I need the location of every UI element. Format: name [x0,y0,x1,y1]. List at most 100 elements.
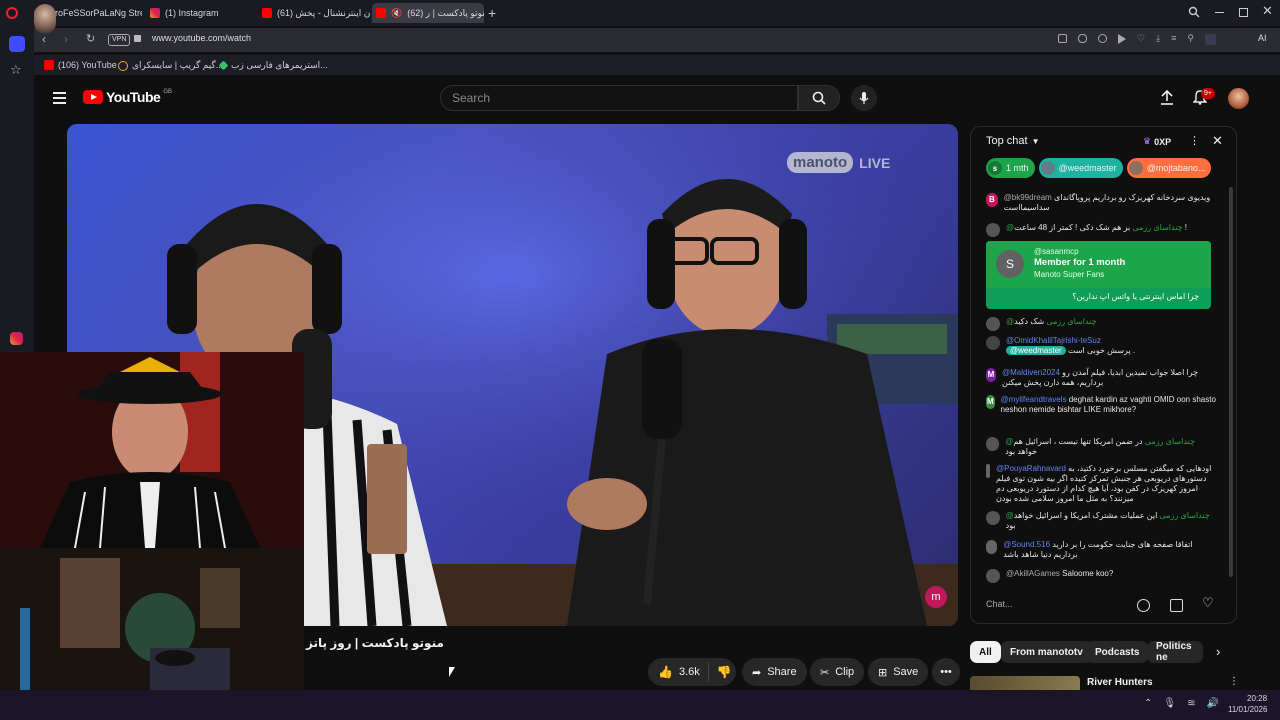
bookmark-streamers[interactable]: استریمرهای فارسی زب... [218,60,328,71]
taskbar-time[interactable]: 20:28 [1247,694,1267,703]
recommendation-title[interactable]: River Hunters [1087,677,1153,688]
tab-manoto-active[interactable]: 🔇 (62) منوتو پادکست | ر... [372,3,484,23]
youtube-logo[interactable]: YouTube GB [83,89,172,105]
chat-message: @Sound.516 اتفاقا صفحه های جنایت حکومت ر… [986,540,1216,560]
bookmark-gamegrip[interactable]: گیم گریپ | سایسکرای... [118,60,223,71]
close-chat-icon[interactable]: ✕ [1212,133,1223,149]
opera-menu-icon[interactable] [6,7,18,19]
user-avatar[interactable] [1228,88,1249,109]
filter-chip-manototv[interactable]: From manototv [1001,641,1092,663]
filter-chip-politics[interactable]: Politics ne [1147,641,1203,663]
search-button[interactable] [798,85,840,111]
points-value: 0XP [1154,136,1172,147]
maximize-button[interactable] [1239,8,1248,17]
emoji-icon[interactable] [1137,599,1150,612]
chat-avatar [986,569,1000,583]
ticker-label: @mojtabano... [1146,163,1206,173]
voice-search-button[interactable] [851,85,877,111]
search-icon [812,91,826,105]
chat-message: M @Maldiven2024 چرا اصلا جواب نمیدین ابد… [986,368,1216,388]
like-count: 3.6k [678,666,700,678]
star-icon[interactable]: ☆ [10,62,22,78]
chat-author[interactable]: @mylifeandtravels [1001,395,1067,404]
like-button[interactable]: 👍 3.6k [648,663,709,681]
recommendation-thumbnail[interactable] [970,676,1080,690]
search-tabs-icon[interactable] [1188,6,1200,18]
cursor-icon [449,667,455,677]
volume-icon[interactable]: 🔊 [1206,698,1218,709]
clip-button[interactable]: ✂ Clip [810,658,865,686]
address-toolbar-icons[interactable]: ♡ ⤓ ≡ ⚲ [1058,34,1216,45]
tab-label: (61) ایران اینترنشنال - پخش [277,7,370,18]
chat-mode-label: Top chat [986,135,1028,147]
chat-author[interactable]: @Sound.516 [1003,540,1050,549]
ticker-avatar [1040,161,1055,175]
member-author[interactable]: @sasanmcp [1034,247,1079,256]
mute-icon[interactable]: 🔇 [391,8,402,19]
minimize-button[interactable] [1215,12,1224,13]
url-field[interactable]: www.youtube.com/watch [152,33,251,43]
back-icon[interactable]: ‹ [42,32,46,46]
tray-icons[interactable]: ⌃ 🎙 ≋ 🔊 [1144,698,1219,709]
share-button[interactable]: ➦ Share [742,658,807,686]
filter-chip-podcasts[interactable]: Podcasts [1086,641,1149,663]
upload-icon[interactable] [1160,89,1174,105]
channel-watermark-icon[interactable]: m [925,586,947,608]
mic-tray-icon[interactable]: 🎙 [1163,698,1176,709]
ai-button[interactable]: AI [1258,33,1267,43]
chat-text: پرسش خوبی است . [1067,346,1136,355]
instagram-icon [150,8,160,18]
bookmark-youtube[interactable]: (106) YouTube [44,60,117,70]
instagram-sidebar-icon[interactable] [10,332,23,345]
menu-icon[interactable] [53,92,66,104]
heart-icon[interactable]: ♡ [1202,595,1214,611]
chat-input[interactable]: Chat... [986,593,1126,615]
share-label: Share [767,666,797,678]
dislike-button[interactable]: 👎 [709,665,740,679]
chat-author[interactable]: @PouyaRahnavard [996,464,1066,473]
like-dislike-group: 👍 3.6k 👎 [648,658,736,686]
search-input[interactable]: Search [440,85,798,111]
filter-chip-all[interactable]: All [970,641,1001,663]
chat-author[interactable]: @OmidKhalilTajrishi-teSuz [1006,336,1101,345]
wifi-icon[interactable]: ≋ [1187,698,1195,709]
member-avatar: S [996,250,1024,278]
new-tab-button[interactable]: + [488,5,496,21]
points-badge[interactable]: ♛ 0XP [1143,136,1171,147]
home-icon[interactable] [9,36,25,52]
tab-iran-international[interactable]: (61) ایران اینترنشنال - پخش [262,3,370,23]
chat-menu-icon[interactable]: ⋮ [1189,134,1200,147]
recommendation-menu-icon[interactable]: ⋮ [1229,676,1239,687]
browser-tab-bar: ProFeSSorPaLaNg Stream (1) Instagram (61… [0,0,1280,26]
scissors-icon: ✂ [820,666,830,679]
chat-author[interactable]: @bk99dream [1004,193,1052,202]
chat-avatar [986,511,1000,525]
ticker-weedmaster[interactable]: @weedmaster [1038,158,1123,178]
chat-message: B @bk99dream ویدیوی سردخانه کهریزک رو بر… [986,193,1216,213]
microphone-icon [859,92,869,104]
share-icon: ➦ [752,666,762,679]
chat-author[interactable]: @Maldiven2024 [1002,368,1060,377]
super-chat-icon[interactable] [1170,599,1183,612]
close-window-button[interactable]: ✕ [1262,3,1273,19]
chat-author[interactable]: @AkillAGames [1006,569,1060,578]
reload-icon[interactable]: ↻ [86,32,95,45]
save-button[interactable]: ⊞ Save [868,658,929,686]
forward-icon[interactable]: › [64,32,68,46]
clip-label: Clip [835,666,855,678]
chat-mode-dropdown[interactable]: Top chat ▼ [986,135,1040,147]
tab-instagram[interactable]: (1) Instagram [150,3,250,23]
more-actions-button[interactable]: ••• [932,658,960,686]
mention-chip[interactable]: @weedmaster [1006,346,1066,355]
ticker-label: @weedmaster [1058,163,1117,173]
chat-message: @OmidKhalilTajrishi-teSuz @weedmaster پر… [986,336,1216,356]
vpn-badge[interactable]: VPN [108,34,131,46]
manoto-logo-text: manoto [787,152,854,173]
taskbar-date[interactable]: 11/01/2026 [1228,705,1267,714]
chevron-right-icon[interactable]: › [1216,644,1220,659]
lock-icon [134,35,141,42]
chevron-up-icon[interactable]: ⌃ [1144,698,1152,709]
ticker-mojtabano[interactable]: @mojtabano... [1126,158,1212,178]
chat-scrollbar[interactable] [1229,187,1233,577]
ticker-member[interactable]: s 1 mth [986,158,1035,178]
